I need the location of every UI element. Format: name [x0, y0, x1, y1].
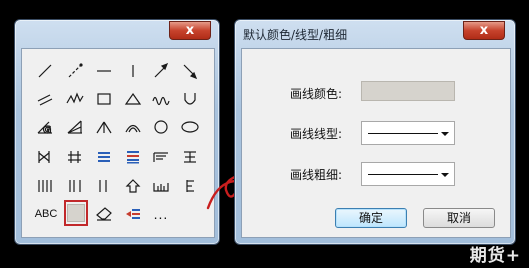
up-arrow-icon[interactable] — [120, 175, 146, 197]
line-width-label: 画线粗细: — [290, 168, 343, 182]
ruler-icon[interactable] — [177, 175, 203, 197]
fan-lines-icon[interactable] — [91, 116, 117, 138]
text-tool-label: ABC — [34, 208, 58, 220]
ok-button[interactable]: 确定 — [335, 208, 407, 228]
vertical-line-icon[interactable] — [120, 60, 146, 82]
line-width-preview — [368, 174, 438, 175]
u-curve-icon[interactable] — [177, 88, 203, 110]
svg-text:G: G — [43, 125, 51, 136]
dialog-title: 默认颜色/线型/粗细 — [243, 28, 348, 42]
arc-icon[interactable] — [120, 116, 146, 138]
line-type-select[interactable] — [361, 121, 455, 145]
dialog-close-button[interactable]: x — [463, 21, 505, 40]
eraser-icon[interactable] — [91, 203, 117, 225]
chevron-down-icon — [441, 132, 449, 136]
speed-lines-icon[interactable] — [148, 146, 174, 168]
rectangle-icon[interactable] — [91, 88, 117, 110]
line-style-settings-icon[interactable] — [64, 200, 88, 226]
parallel-lines-icon[interactable] — [32, 88, 58, 110]
triangle-icon[interactable] — [120, 88, 146, 110]
pitchfork-icon[interactable] — [62, 146, 88, 168]
line-icon[interactable] — [32, 60, 58, 82]
wave-icon[interactable] — [148, 88, 174, 110]
price-labels-icon[interactable] — [120, 203, 146, 225]
ray-icon[interactable] — [177, 60, 203, 82]
line-width-select[interactable] — [361, 162, 455, 186]
cycle-lines-icon[interactable] — [177, 146, 203, 168]
arrow-line-icon[interactable] — [148, 60, 174, 82]
watermark: 期货+ — [469, 246, 521, 266]
palette-close-button[interactable]: x — [169, 21, 211, 40]
line-color-label: 画线颜色: — [290, 87, 343, 101]
ellipse-icon[interactable] — [177, 116, 203, 138]
color-swatch — [67, 204, 85, 222]
line-type-preview — [368, 133, 438, 134]
zigzag-icon[interactable] — [62, 88, 88, 110]
channel-icon[interactable] — [32, 146, 58, 168]
time-zones-icon[interactable] — [62, 175, 88, 197]
cancel-button[interactable]: 取消 — [423, 208, 495, 228]
dashed-line-icon[interactable] — [62, 60, 88, 82]
chevron-down-icon — [441, 173, 449, 177]
text-tool-icon[interactable]: ABC — [33, 203, 59, 225]
candle-marks-icon[interactable] — [148, 175, 174, 197]
line-type-label: 画线线型: — [290, 127, 343, 141]
fibonacci-levels-icon[interactable] — [120, 146, 146, 168]
fibonacci-retracement-icon[interactable] — [91, 146, 117, 168]
vertical-cycles-icon[interactable] — [32, 175, 58, 197]
line-color-field[interactable] — [361, 81, 455, 101]
more-tools-icon[interactable]: ... — [148, 203, 174, 225]
more-tools-label: ... — [153, 206, 169, 222]
gann-fan-icon[interactable] — [62, 116, 88, 138]
gann-angle-icon[interactable]: G — [32, 116, 58, 138]
circle-icon[interactable] — [148, 116, 174, 138]
horizontal-line-icon[interactable] — [91, 60, 117, 82]
blue-time-lines-icon[interactable] — [91, 175, 117, 197]
